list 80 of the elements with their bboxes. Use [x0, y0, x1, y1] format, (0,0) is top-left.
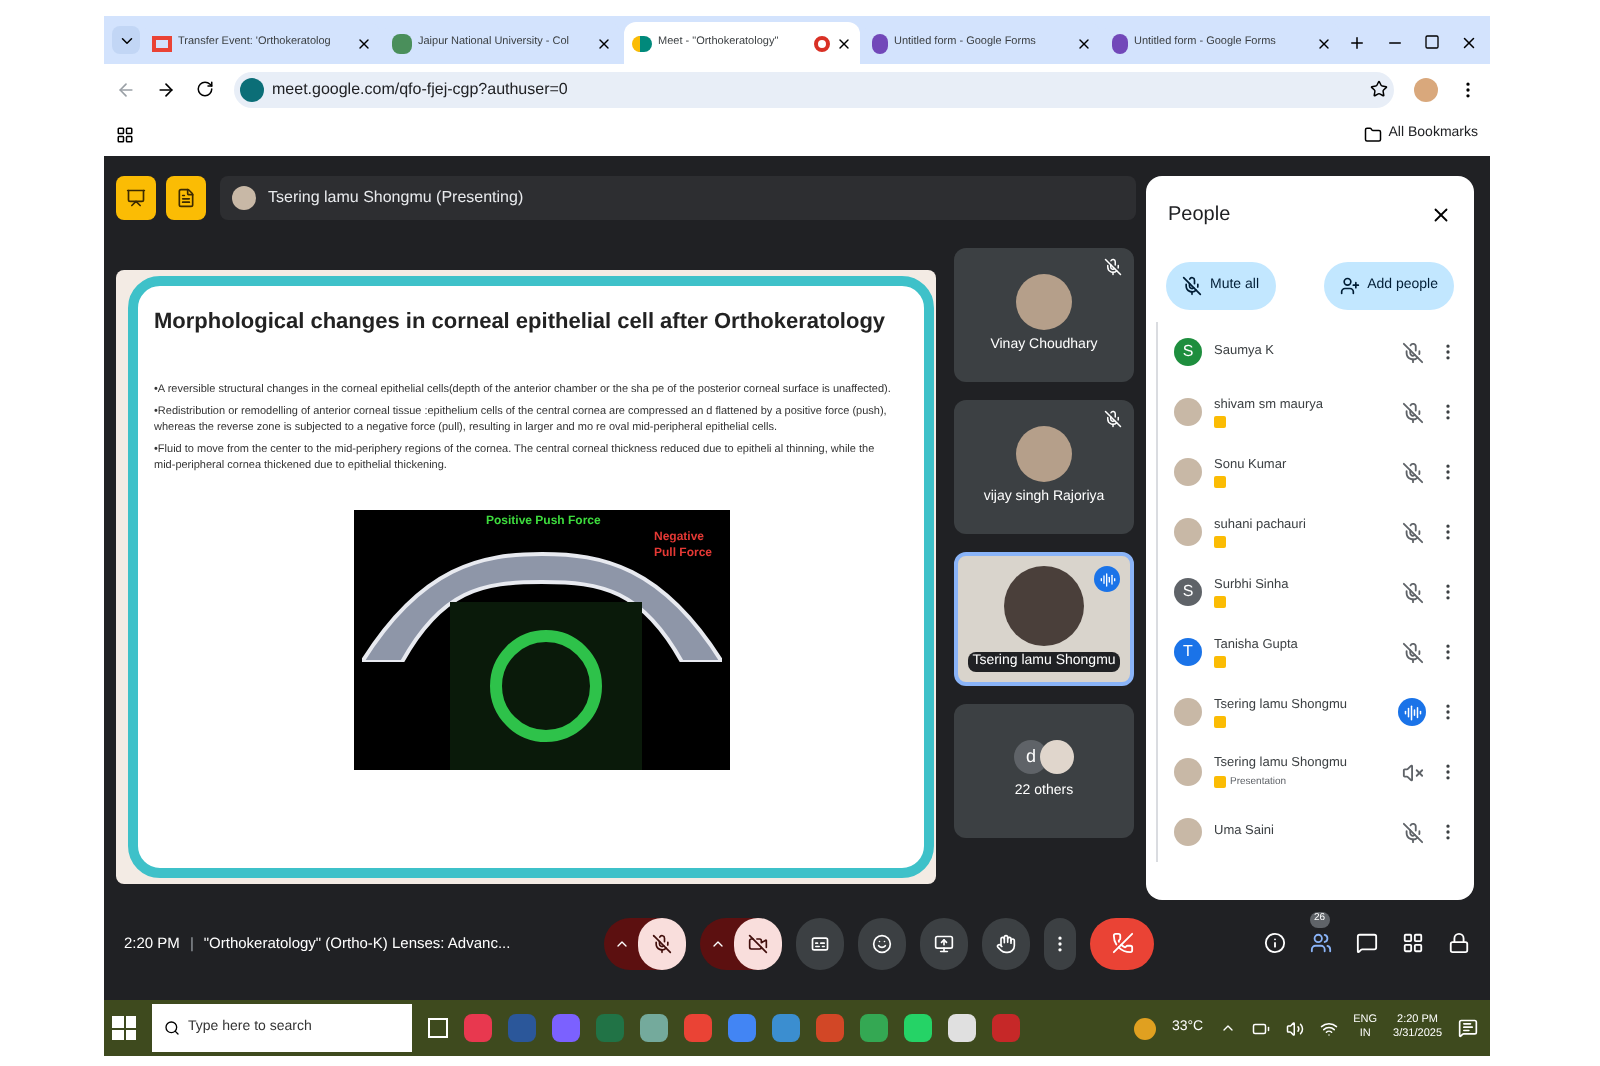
avatar: S	[1174, 578, 1202, 606]
avatar	[1174, 458, 1202, 486]
url-text: meet.google.com/qfo-fjej-cgp?authuser=0	[272, 77, 570, 101]
close-icon[interactable]	[1460, 34, 1478, 52]
smiley-icon	[872, 933, 892, 953]
app-icon[interactable]	[640, 1014, 668, 1042]
site-icon	[392, 33, 412, 53]
app-icon[interactable]	[948, 1014, 976, 1042]
avatar	[1174, 758, 1202, 786]
avatar	[1016, 425, 1072, 482]
slide-title: Morphological changes in corneal epithelial cell after Orthokeratology	[154, 308, 886, 338]
close-icon[interactable]	[356, 35, 372, 51]
activities-icon[interactable]	[1402, 932, 1424, 954]
forward-icon[interactable]	[156, 79, 176, 99]
camera-off-icon	[748, 933, 768, 953]
close-icon[interactable]	[836, 35, 852, 51]
back-icon[interactable]	[116, 79, 136, 99]
avatar	[1040, 739, 1074, 774]
captions-button[interactable]	[796, 917, 844, 969]
avatar: d	[1014, 739, 1048, 774]
phone-icon	[1111, 932, 1133, 954]
present-button[interactable]	[920, 917, 968, 969]
avatar	[1174, 818, 1202, 846]
reactions-button[interactable]	[858, 917, 906, 969]
add-person-icon	[1339, 276, 1360, 296]
windows-icon[interactable]	[112, 1016, 136, 1040]
notifications-icon[interactable]	[1458, 1018, 1478, 1038]
search-icon	[164, 1020, 180, 1036]
avatar	[1016, 273, 1072, 330]
more-options-button[interactable]	[1044, 917, 1076, 969]
microphone-button[interactable]	[638, 917, 686, 969]
wifi-icon	[1319, 1019, 1338, 1037]
info-icon[interactable]	[1264, 932, 1286, 954]
battery-icon	[1251, 1019, 1270, 1037]
close-icon[interactable]	[1076, 35, 1092, 51]
avatar	[1174, 398, 1202, 426]
mic-off-icon	[1182, 276, 1202, 296]
presentation-icon	[126, 188, 146, 208]
document-icon	[176, 188, 196, 208]
new-tab-icon[interactable]	[1348, 34, 1366, 52]
avatar	[1174, 698, 1202, 726]
address-bar[interactable]: meet.google.com/qfo-fjej-cgp?authuser=0	[234, 71, 1394, 107]
app-icon[interactable]	[904, 1014, 932, 1042]
panel-title: People	[1168, 202, 1231, 230]
form-icon	[1112, 33, 1128, 53]
raise-hand-button[interactable]	[982, 917, 1030, 969]
weather-icon	[1133, 1017, 1156, 1039]
avatar: T	[1174, 638, 1202, 666]
presentation-button[interactable]	[116, 176, 156, 220]
sound-bars-icon	[1099, 571, 1115, 587]
chat-icon[interactable]	[1356, 932, 1378, 954]
avatar	[232, 186, 256, 210]
mail-icon	[152, 35, 172, 51]
lock-icon[interactable]	[1448, 932, 1470, 954]
people-icon[interactable]	[1310, 932, 1332, 954]
tab-search-button[interactable]	[112, 26, 140, 54]
present-screen-icon	[934, 933, 954, 953]
close-icon[interactable]	[1430, 204, 1452, 226]
presenter-name: Tsering lamu Shongmu (Presenting)	[268, 186, 524, 210]
apps-icon[interactable]	[116, 126, 134, 144]
camera-button[interactable]	[734, 917, 782, 969]
maximize-icon[interactable]	[1424, 34, 1440, 50]
video-placeholder	[1004, 565, 1084, 646]
leave-call-button[interactable]	[1090, 917, 1154, 969]
task-view-icon[interactable]	[428, 1018, 448, 1038]
captions-icon	[810, 933, 830, 953]
app-icon[interactable]	[860, 1014, 888, 1042]
avatar: S	[1174, 338, 1202, 366]
close-icon[interactable]	[596, 35, 612, 51]
site-info-icon	[240, 77, 264, 101]
close-icon[interactable]	[1316, 35, 1332, 51]
folder-icon	[1364, 126, 1383, 144]
hand-icon	[996, 933, 1016, 953]
form-icon	[872, 33, 888, 53]
avatar	[1174, 518, 1202, 546]
volume-icon	[1285, 1019, 1304, 1037]
bookmark-icon[interactable]	[1370, 80, 1388, 98]
mic-off-icon	[652, 933, 672, 953]
tray-icon[interactable]	[1219, 1020, 1236, 1036]
reload-icon[interactable]	[196, 80, 214, 98]
